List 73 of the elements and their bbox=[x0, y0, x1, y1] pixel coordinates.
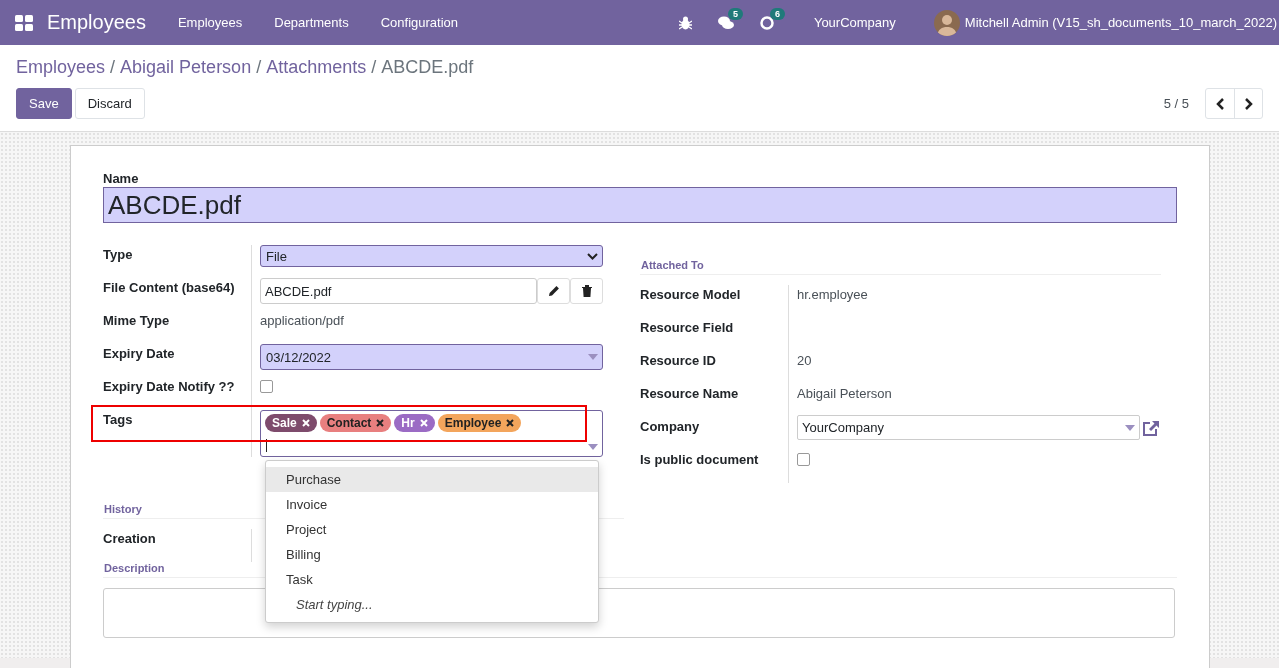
field-label: Mime Type bbox=[103, 313, 170, 328]
tag[interactable]: Sale bbox=[265, 414, 317, 432]
field-label: Resource Field bbox=[640, 320, 734, 335]
field-value: 20 bbox=[797, 352, 812, 368]
field-label: Expiry Date Notify ?? bbox=[103, 379, 235, 394]
remove-icon[interactable] bbox=[376, 419, 385, 427]
save-button[interactable]: Save bbox=[16, 88, 72, 119]
field-label: Resource ID bbox=[640, 353, 716, 368]
field-label: Creation bbox=[103, 531, 156, 546]
company-field[interactable]: YourCompany bbox=[797, 415, 1140, 440]
tags-field[interactable]: Sale Contact Hr Employee bbox=[260, 410, 603, 457]
apps-icon[interactable] bbox=[15, 14, 33, 31]
remove-icon[interactable] bbox=[506, 419, 515, 427]
date-field[interactable]: 03/12/2022 bbox=[260, 344, 603, 370]
discard-button[interactable]: Discard bbox=[74, 88, 145, 119]
checkbox[interactable] bbox=[797, 453, 810, 466]
checkbox[interactable] bbox=[260, 380, 273, 393]
count-badge: 6 bbox=[769, 7, 785, 20]
field-label: Resource Model bbox=[640, 287, 741, 302]
field-label: Company bbox=[640, 419, 700, 434]
breadcrumb-link[interactable]: Attachments bbox=[266, 57, 367, 78]
field-label: File Content (base64) bbox=[103, 280, 235, 295]
company-switcher[interactable]: YourCompany bbox=[813, 15, 896, 30]
breadcrumb-separator: / bbox=[256, 57, 262, 78]
field-value: application/pdf bbox=[260, 312, 344, 328]
field-label: Type bbox=[103, 247, 133, 262]
tag[interactable]: Hr bbox=[394, 414, 435, 432]
field-label: Is public document bbox=[640, 452, 759, 467]
chevron-left-icon bbox=[1215, 97, 1225, 110]
breadcrumb-separator: / bbox=[371, 57, 377, 78]
menu-item[interactable]: Departments bbox=[274, 15, 349, 30]
tag[interactable]: Employee bbox=[437, 414, 522, 432]
field-value: Abigail Peterson bbox=[797, 385, 892, 401]
pencil-icon bbox=[547, 285, 560, 297]
dropdown-option[interactable]: Billing bbox=[266, 542, 598, 567]
dropdown-option[interactable]: Project bbox=[266, 517, 598, 542]
dropdown-option[interactable]: Purchase bbox=[266, 467, 598, 492]
chat-icon[interactable] bbox=[717, 15, 734, 30]
delete-button[interactable] bbox=[570, 278, 603, 304]
breadcrumb-link[interactable]: Employees bbox=[16, 57, 106, 78]
type-select[interactable]: File bbox=[260, 245, 603, 267]
avatar-icon[interactable] bbox=[933, 9, 960, 36]
chevron-down-icon bbox=[587, 252, 598, 260]
breadcrumb-link[interactable]: Abigail Peterson bbox=[120, 57, 252, 78]
pager-counter: 5 / 5 bbox=[1163, 96, 1189, 111]
edit-button[interactable] bbox=[537, 278, 570, 304]
name-field[interactable]: ABCDE.pdf bbox=[103, 187, 1177, 223]
bug-icon[interactable] bbox=[678, 15, 692, 30]
clock-icon[interactable] bbox=[759, 15, 774, 30]
section-heading: Attached To bbox=[640, 259, 1161, 275]
field-label: Tags bbox=[103, 412, 133, 427]
menu-item[interactable]: Configuration bbox=[380, 15, 458, 30]
field-label: Resource Name bbox=[640, 386, 739, 401]
dropdown-hint[interactable]: Start typing... bbox=[266, 592, 598, 616]
count-badge: 5 bbox=[727, 7, 743, 20]
app-title[interactable]: Employees bbox=[47, 11, 146, 34]
description-field[interactable] bbox=[103, 588, 1175, 638]
chevron-right-icon bbox=[1244, 97, 1253, 110]
breadcrumb-separator: / bbox=[110, 57, 116, 78]
user-menu[interactable]: Mitchell Admin (V15_sh_documents_10_march_2022) bbox=[964, 15, 1277, 30]
tag[interactable]: Contact bbox=[319, 414, 392, 432]
breadcrumb-current: ABCDE.pdf bbox=[381, 57, 474, 78]
file-field[interactable]: ABCDE.pdf bbox=[260, 278, 537, 304]
field-value: hr.employee bbox=[797, 286, 868, 302]
caret-icon bbox=[588, 444, 598, 450]
dropdown-option[interactable]: Invoice bbox=[266, 492, 598, 517]
field-label: Name bbox=[103, 171, 140, 186]
field-label: Expiry Date bbox=[103, 346, 175, 361]
trash-icon bbox=[581, 285, 592, 297]
external-link-icon[interactable] bbox=[1142, 420, 1160, 437]
caret-icon bbox=[1125, 424, 1135, 431]
caret-icon bbox=[588, 354, 598, 360]
menu-item[interactable]: Employees bbox=[177, 15, 243, 30]
